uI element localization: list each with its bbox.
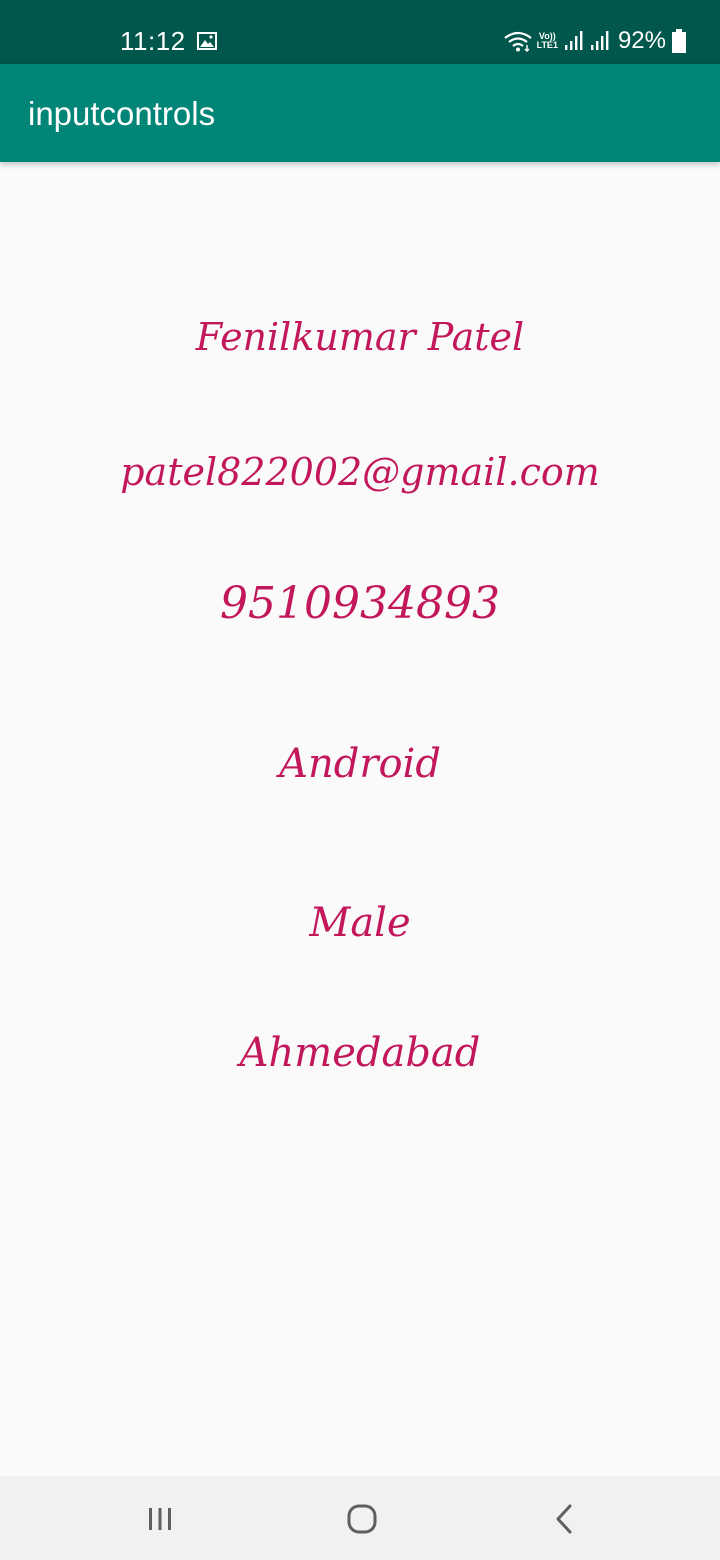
city-text: Ahmedabad (239, 1030, 481, 1076)
status-bar: 11:12 Vo)) LTE1 92% (0, 0, 720, 64)
name-text: Fenilkumar Patel (195, 315, 525, 359)
signal-icon (564, 31, 583, 50)
profile-details: Fenilkumar Patel patel822002@gmail.com 9… (0, 162, 720, 1476)
battery-percent: 92% (617, 27, 666, 54)
home-icon[interactable] (341, 1498, 381, 1538)
gallery-icon (197, 32, 217, 50)
phone-text: 9510934893 (220, 578, 500, 629)
recent-apps-icon[interactable] (140, 1498, 180, 1538)
volte-indicator: Vo)) LTE1 (536, 32, 558, 50)
status-time: 11:12 (120, 26, 186, 56)
gender-text: Male (309, 900, 411, 946)
app-bar: inputcontrols (0, 64, 720, 162)
lte-label: LTE1 (536, 40, 558, 50)
battery-icon (672, 29, 686, 53)
course-text: Android (279, 741, 441, 787)
email-text: patel822002@gmail.com (120, 450, 600, 494)
signal-icon (590, 31, 609, 50)
wifi-icon (503, 31, 532, 52)
status-icons: Vo)) LTE1 92% (503, 24, 686, 58)
app-title: inputcontrols (28, 95, 216, 132)
back-icon[interactable] (544, 1498, 584, 1538)
navigation-bar (0, 1476, 720, 1560)
